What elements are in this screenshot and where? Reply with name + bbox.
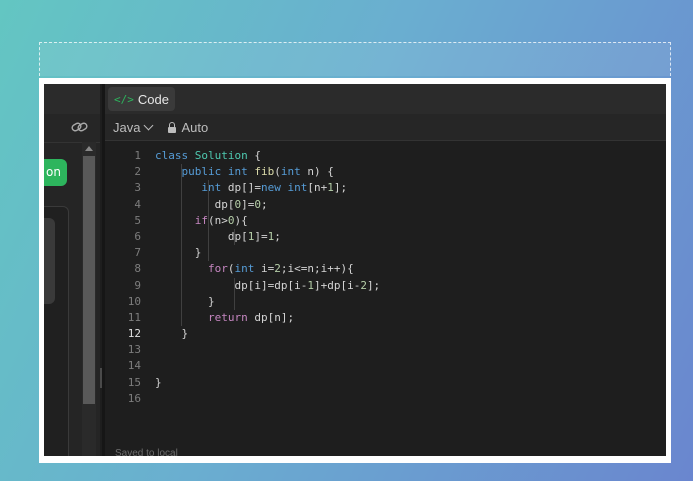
code-line[interactable]: }	[155, 294, 655, 310]
indent-guide	[181, 164, 183, 327]
line-number: 15	[127, 375, 141, 389]
left-card-block	[44, 218, 55, 304]
language-label: Java	[113, 119, 141, 135]
line-number: 12	[127, 327, 141, 341]
mode-indicator[interactable]: Auto	[168, 120, 208, 135]
line-number: 7	[134, 246, 141, 260]
code-line[interactable]: dp[0]=0;	[155, 197, 655, 213]
line-number: 13	[127, 343, 141, 357]
code-line[interactable]: }	[155, 326, 655, 342]
line-number: 4	[134, 197, 141, 211]
tab-code-label: Code	[137, 91, 169, 107]
indent-guide	[207, 180, 209, 262]
line-number: 6	[134, 229, 141, 243]
language-select[interactable]: Java	[113, 119, 154, 135]
scrollbar-thumb[interactable]	[83, 156, 95, 404]
code-editor: </> Code Java Auto 1 2 3 4 5 6 7 8 9 10 11 12 13 14 15…	[105, 84, 666, 456]
indent-guide	[234, 277, 236, 310]
code-brackets-icon: </>	[114, 92, 134, 106]
line-number: 2	[134, 165, 141, 179]
left-panel-header	[44, 84, 100, 114]
chevron-down-icon	[144, 120, 154, 130]
link-icon[interactable]	[71, 120, 89, 134]
code-line[interactable]: public int fib(int n) {	[155, 164, 655, 180]
code-line[interactable]: return dp[n];	[155, 310, 655, 326]
dotted-selection-bar	[39, 42, 671, 76]
code-area[interactable]: 1 2 3 4 5 6 7 8 9 10 11 12 13 14 15 16 class Solution {…	[105, 148, 666, 438]
indent-guide	[234, 229, 236, 246]
tab-code[interactable]: </> Code	[108, 87, 175, 111]
code-line[interactable]: int dp[]=new int[n+1];	[155, 180, 655, 196]
code-line[interactable]: if(n>0){	[155, 213, 655, 229]
code-line[interactable]: dp[i]=dp[i-1]+dp[i-2];	[155, 278, 655, 294]
code-editor-window: on </> Code Java Auto 1 2 3 4 5 6 7 8 9 …	[44, 84, 666, 456]
line-number: 16	[127, 391, 141, 405]
lock-icon	[168, 121, 177, 133]
code-line[interactable]: for(int i=2;i<=n;i++){	[155, 261, 655, 277]
line-number: 11	[127, 310, 141, 324]
code-line[interactable]: }	[155, 245, 655, 261]
code-line[interactable]	[155, 391, 655, 407]
line-number: 14	[127, 359, 141, 373]
left-panel: on	[44, 84, 100, 456]
code-line[interactable]: class Solution {	[155, 148, 655, 164]
save-status: Saved to local	[115, 448, 178, 456]
line-number: 3	[134, 181, 141, 195]
code-content[interactable]: class Solution { public int fib(int n) {…	[155, 148, 655, 407]
line-number: 5	[134, 213, 141, 227]
line-number: 8	[134, 262, 141, 276]
editor-tab-bar: </> Code	[105, 84, 666, 114]
line-number: 1	[134, 149, 141, 162]
line-number: 10	[127, 294, 141, 308]
code-line[interactable]	[155, 358, 655, 374]
submit-button[interactable]: on	[44, 159, 67, 186]
code-line[interactable]: dp[1]=1;	[155, 229, 655, 245]
line-number-gutter: 1 2 3 4 5 6 7 8 9 10 11 12 13 14 15 16	[105, 148, 141, 407]
code-line[interactable]: }	[155, 375, 655, 391]
mode-label: Auto	[181, 119, 209, 135]
line-number: 9	[134, 278, 141, 292]
editor-toolbar: Java Auto	[105, 114, 666, 141]
scroll-up-arrow-icon[interactable]	[85, 146, 93, 151]
code-line[interactable]	[155, 342, 655, 358]
